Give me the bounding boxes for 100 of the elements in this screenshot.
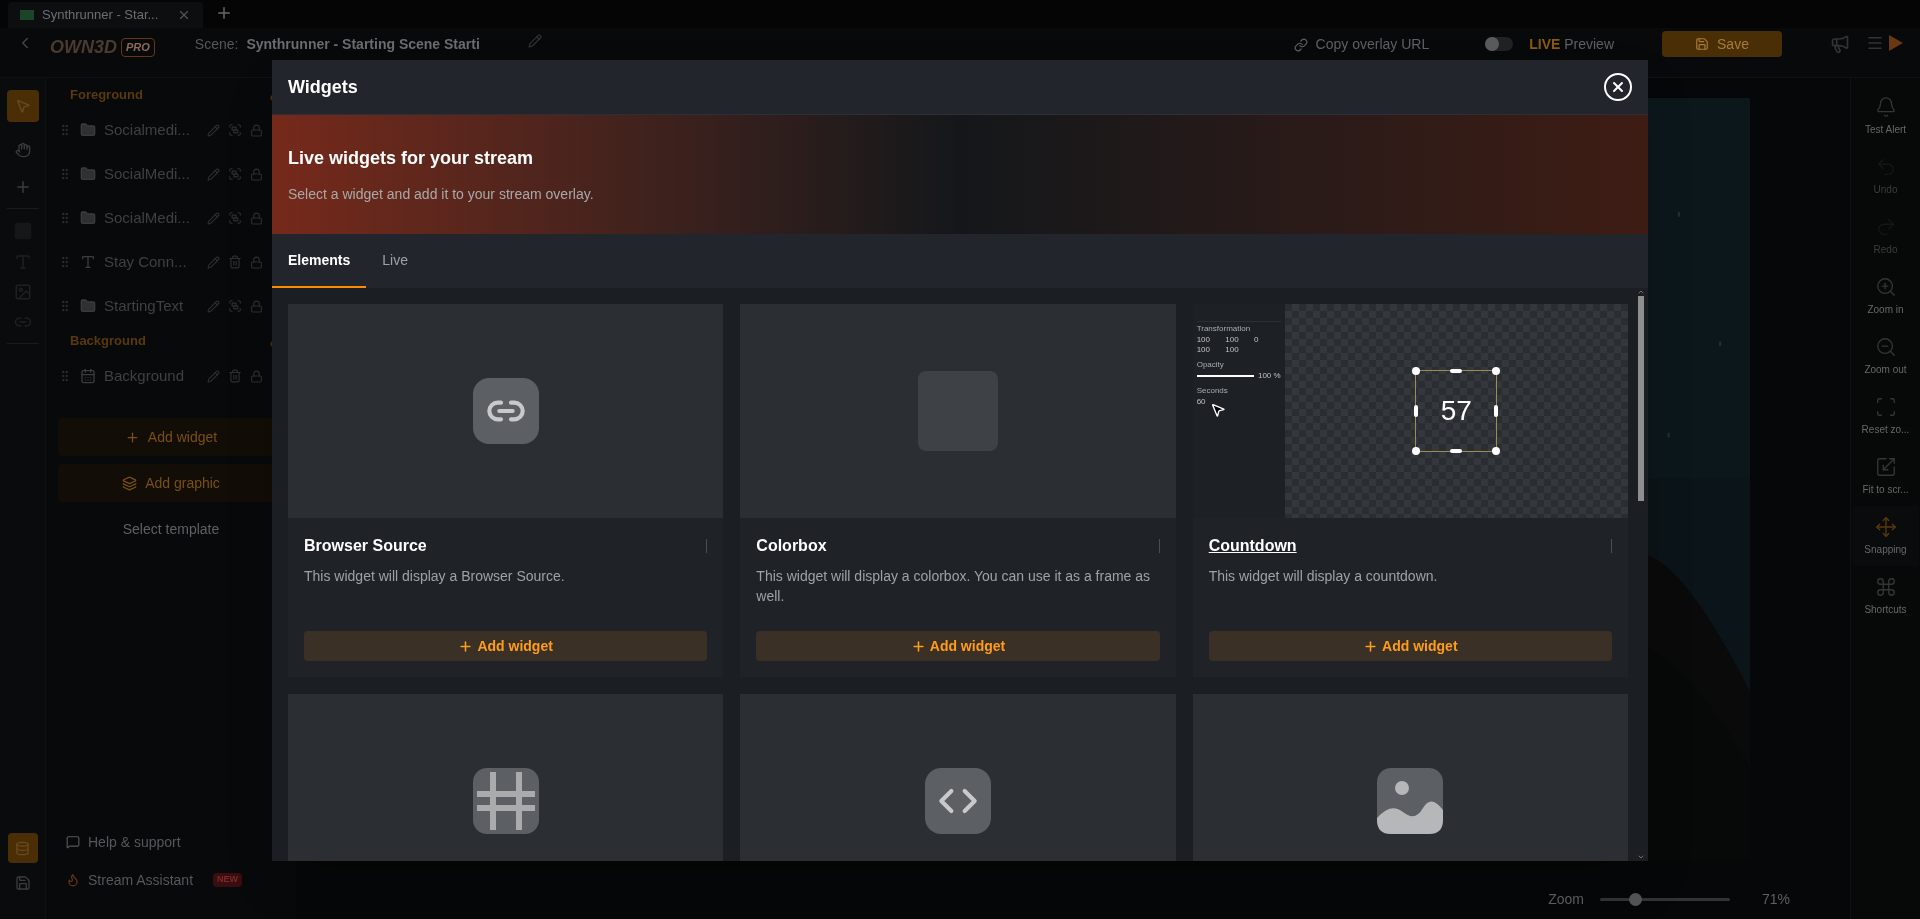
dialog-tab[interactable]: Elements <box>272 234 367 288</box>
folder-icon <box>80 210 96 226</box>
layer-row[interactable]: SocialMedi... <box>58 152 284 196</box>
bell-icon <box>1874 95 1897 118</box>
pencil-icon[interactable] <box>207 123 220 137</box>
trash-icon[interactable] <box>228 255 242 269</box>
scroll-up-icon[interactable] <box>1637 288 1645 296</box>
new-tab-icon[interactable] <box>215 4 233 22</box>
panel-button[interactable]: Select template <box>58 510 284 548</box>
layer-row[interactable]: Socialmedi... <box>58 108 284 152</box>
scroll-down-icon[interactable] <box>1637 853 1645 861</box>
value-text: 100 <box>1196 336 1211 344</box>
link-icon <box>1293 37 1308 52</box>
add-widget-button[interactable]: Add widget <box>1208 631 1612 661</box>
zoom-label: Zoom <box>1548 889 1584 909</box>
save-icon[interactable] <box>14 875 31 891</box>
database-icon <box>15 840 30 856</box>
rail-button[interactable]: Zoom out <box>1852 326 1919 386</box>
plus-icon <box>458 638 474 654</box>
plus-icon <box>1363 638 1379 654</box>
trash-icon[interactable] <box>228 369 242 383</box>
rail-button[interactable]: Fit to scr... <box>1852 446 1919 506</box>
value-text: 100 <box>1225 336 1240 344</box>
new-badge: NEW <box>213 873 243 887</box>
widget-description: This widget will display a countdown. <box>1208 567 1439 586</box>
rail-button[interactable]: Reset zo... <box>1852 386 1919 446</box>
layer-section-title: Background <box>70 332 146 351</box>
code-icon <box>925 768 991 834</box>
pencil-icon[interactable] <box>207 369 220 383</box>
plus-icon <box>124 429 140 445</box>
add-widget-button[interactable]: Add widget <box>304 631 708 661</box>
megaphone-icon[interactable] <box>1830 34 1850 54</box>
widget-title[interactable]: Colorbox <box>756 534 827 558</box>
zoom-reading: 71% <box>1761 889 1790 909</box>
lock-icon[interactable] <box>250 369 263 383</box>
close-icon[interactable] <box>177 8 191 22</box>
value-text: 100 <box>1225 346 1240 354</box>
rail-button[interactable]: Shortcuts <box>1852 566 1919 626</box>
assistant-link[interactable]: Stream Assistant <box>88 869 194 891</box>
menu-icon[interactable] <box>1866 34 1884 52</box>
widget-title[interactable]: Browser Source <box>304 534 427 558</box>
close-icon <box>1610 79 1626 95</box>
layers-icon <box>122 475 138 491</box>
hand-icon <box>14 142 31 158</box>
cursor-icon <box>1209 402 1226 418</box>
lock-icon[interactable] <box>250 123 263 137</box>
opacity-reading: 100 % <box>1257 372 1281 380</box>
command-icon <box>1874 575 1897 598</box>
resize-handle <box>1412 367 1421 375</box>
rail-button[interactable]: Snapping <box>1852 506 1919 566</box>
preview-switch[interactable] <box>1485 37 1514 51</box>
value-text: 60 <box>1196 398 1206 406</box>
resize-handle <box>1492 447 1501 455</box>
group-icon[interactable] <box>228 299 242 313</box>
folder-icon <box>80 166 96 182</box>
group-icon[interactable] <box>228 211 242 225</box>
lock-icon[interactable] <box>250 211 263 225</box>
lock-icon[interactable] <box>250 255 263 269</box>
browser-tab[interactable]: Synthrunner - Star... <box>8 2 203 28</box>
pencil-icon[interactable] <box>207 299 220 313</box>
save-button[interactable]: Save <box>1662 31 1782 57</box>
flame-icon <box>66 873 80 887</box>
lock-icon[interactable] <box>250 167 263 181</box>
value-text: 100 <box>1196 346 1211 354</box>
resize-handle <box>1450 369 1463 373</box>
help-link[interactable]: Help & support <box>58 823 284 861</box>
dialog-tab[interactable]: Live <box>366 234 424 288</box>
pencil-icon[interactable] <box>207 167 220 181</box>
lock-icon[interactable] <box>250 299 263 313</box>
logo-icon <box>1888 34 1904 52</box>
close-button[interactable] <box>1604 73 1632 101</box>
pointer-tool[interactable] <box>6 90 39 122</box>
rail-button[interactable]: Zoom in <box>1852 266 1919 326</box>
copy-url-button[interactable]: Copy overlay URL <box>1293 34 1430 55</box>
rail-button[interactable]: Test Alert <box>1852 86 1919 146</box>
pencil-icon[interactable] <box>207 211 220 225</box>
group-icon[interactable] <box>228 167 242 181</box>
add-widget-button[interactable]: Add widget <box>756 631 1160 661</box>
pencil-icon[interactable] <box>527 34 542 48</box>
save-icon <box>1695 37 1710 51</box>
database-tool[interactable] <box>7 833 38 863</box>
widget-description: This widget will display a colorbox. You can use it as a frame as well. <box>756 567 1152 606</box>
layer-name: Socialmedi... <box>104 119 191 140</box>
resize-handle <box>1494 405 1499 417</box>
pointer-icon <box>14 98 31 114</box>
widget-title[interactable]: Countdown <box>1208 534 1297 558</box>
banner-subtitle: Select a widget and add it to your stream overlay. <box>288 184 595 204</box>
image-icon <box>1377 768 1444 834</box>
pencil-icon[interactable] <box>207 255 220 269</box>
scene-name: Synthrunner - Starting Scene Starti <box>246 35 480 54</box>
zoom-slider[interactable] <box>1599 892 1730 906</box>
banner-title: Live widgets for your stream <box>288 146 535 170</box>
group-icon[interactable] <box>228 123 242 137</box>
dialog-title: Widgets <box>288 75 358 99</box>
resize-handle <box>1492 367 1501 375</box>
link-icon <box>472 378 539 444</box>
section-label: Transformation <box>1196 325 1252 333</box>
scrollbar[interactable] <box>1636 288 1646 861</box>
resize-handle <box>1450 449 1463 453</box>
layer-row[interactable]: Background <box>58 354 284 398</box>
